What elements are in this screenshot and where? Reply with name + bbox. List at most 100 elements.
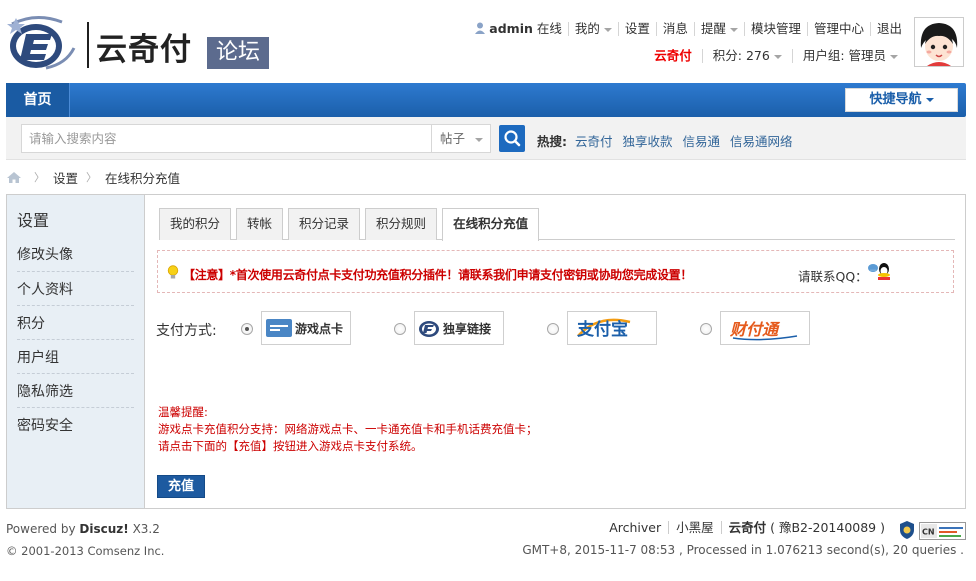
lightbulb-icon: [167, 265, 179, 279]
recharge-button[interactable]: 充值: [157, 475, 205, 498]
tenpay-icon: 财付通: [729, 320, 798, 341]
blackroom-link[interactable]: 小黑屋: [668, 521, 721, 534]
alipay-logo[interactable]: 支付宝: [567, 311, 657, 345]
notice-box: 【注意】*首次使用云奇付点卡支付功充值积分插件！请联系我们申请支付密钥或协助您完…: [157, 250, 954, 293]
main-panel: 设置 修改头像 个人资料 积分 用户组 隐私筛选 密码安全 我的积分 转帐 积分…: [6, 194, 966, 509]
hot-search: 热搜: 云奇付 独享收款 信易通 信易通网络: [537, 131, 799, 150]
user-nav: admin 在线 我的 设置 消息 提醒 模块管理 管理中心 退出: [469, 21, 908, 37]
tab-credit-log[interactable]: 积分记录: [288, 208, 361, 240]
police-badge-icon[interactable]: [898, 520, 916, 540]
search-type-select[interactable]: 帖子: [431, 124, 491, 153]
tips-line: 游戏点卡充值积分支持：网络游戏点卡、一卡通充值卡和手机话费充值卡；: [158, 422, 538, 436]
nav-messages[interactable]: 消息: [655, 22, 694, 36]
nav-module-admin[interactable]: 模块管理: [743, 22, 807, 36]
nav-my[interactable]: 我的: [567, 22, 618, 36]
nav-reminders[interactable]: 提醒: [693, 22, 744, 36]
tab-my-credits[interactable]: 我的积分: [159, 208, 232, 240]
chevron-down-icon: [890, 54, 898, 59]
search-bar: 请输入搜索内容 帖子 热搜: 云奇付 独享收款 信易通 信易通网络: [6, 117, 966, 160]
footer-site-name[interactable]: 云奇付: [729, 520, 767, 535]
payment-option-exclusive-link[interactable]: 独享链接: [394, 311, 504, 346]
hot-link[interactable]: 信易通: [682, 134, 720, 149]
sidebar-item-security[interactable]: 密码安全: [17, 407, 134, 441]
payment-radio-exclusive-link[interactable]: [394, 323, 406, 335]
breadcrumb: 〉 设置 〉 在线积分充值: [6, 168, 180, 187]
payment-radio-tenpay[interactable]: [700, 323, 712, 335]
avatar[interactable]: [914, 17, 964, 67]
exclusive-link-logo[interactable]: 独享链接: [414, 311, 504, 345]
logo-emblem-icon: [7, 16, 76, 70]
payment-option-alipay[interactable]: 支付宝: [547, 311, 657, 346]
credit-tabs: 我的积分 转帐 积分记录 积分规则 在线积分充值: [159, 208, 955, 241]
notice-message: 【注意】*首次使用云奇付点卡支付功充值积分插件！请联系我们申请支付密钥或协助您完…: [183, 268, 693, 282]
exclusive-link-icon: 独享链接: [419, 321, 491, 337]
svg-text:财付通: 财付通: [729, 320, 781, 339]
svg-text:游戏点卡: 游戏点卡: [295, 321, 343, 336]
content-area: 我的积分 转帐 积分记录 积分规则 在线积分充值 【注意】*首次使用云奇付点卡支…: [146, 195, 965, 508]
nav-home-tab[interactable]: 首页: [6, 83, 70, 117]
footer-links: Archiver 小黑屋 云奇付 ( 豫B2-20140089 ): [602, 521, 892, 534]
svg-text:独享链接: 独享链接: [442, 321, 491, 336]
hot-link[interactable]: 信易通网络: [730, 134, 793, 149]
payment-method-label: 支付方式:: [156, 323, 217, 339]
site-logo[interactable]: 云奇付 论坛: [6, 12, 269, 74]
copyright[interactable]: © 2001-2013 Comsenz Inc.: [6, 544, 164, 558]
tips-box: 温馨提醒: 游戏点卡充值积分支持：网络游戏点卡、一卡通充值卡和手机话费充值卡； …: [158, 404, 538, 455]
svg-text:支付宝: 支付宝: [577, 319, 628, 340]
payment-radio-gamecard[interactable]: [241, 323, 253, 335]
search-input[interactable]: 请输入搜索内容: [21, 124, 431, 153]
chevron-down-icon: [925, 97, 934, 102]
icp-number[interactable]: ( 豫B2-20140089 ): [770, 520, 885, 535]
discuz-link[interactable]: Discuz!: [79, 522, 128, 536]
gamecard-icon: 游戏点卡: [266, 319, 343, 337]
sidebar-item-credits[interactable]: 积分: [17, 305, 134, 339]
svg-text:…: …: [870, 266, 876, 273]
hot-link[interactable]: 云奇付: [575, 134, 613, 149]
logo-badge: 论坛: [207, 37, 269, 69]
footer-stats: GMT+8, 2015-11-7 08:53 , Processed in 1.…: [522, 543, 964, 557]
gamecard-logo[interactable]: 游戏点卡: [261, 311, 351, 345]
home-icon[interactable]: [6, 171, 22, 184]
footer-site: 云奇付 ( 豫B2-20140089 ): [720, 520, 892, 535]
sidebar-title: 设置: [17, 211, 50, 230]
quick-nav-button[interactable]: 快捷导航: [845, 88, 958, 112]
svg-text:CN: CN: [922, 528, 935, 537]
breadcrumb-settings[interactable]: 设置: [53, 168, 78, 187]
online-status: 在线: [536, 21, 562, 36]
nav-settings[interactable]: 设置: [617, 22, 656, 36]
main-navbar: 首页 快捷导航: [6, 83, 966, 117]
nav-admin-center[interactable]: 管理中心: [806, 22, 870, 36]
notice-contact: 请联系QQ：: [798, 269, 868, 284]
payment-option-gamecard[interactable]: 游戏点卡: [241, 311, 351, 346]
sidebar-item-usergroup[interactable]: 用户组: [17, 339, 134, 373]
qq-icon[interactable]: …: [867, 262, 893, 282]
payment-option-tenpay[interactable]: 财付通: [700, 311, 810, 346]
breadcrumb-separator: 〉: [86, 171, 98, 184]
site-name-link[interactable]: 云奇付: [644, 49, 702, 63]
nav-logout[interactable]: 退出: [869, 22, 908, 36]
tenpay-logo[interactable]: 财付通: [720, 311, 810, 345]
sidebar-item-profile[interactable]: 个人资料: [17, 271, 134, 305]
archiver-link[interactable]: Archiver: [602, 521, 668, 534]
cnzz-stats-icon[interactable]: CN: [919, 522, 966, 540]
tab-credit-rules[interactable]: 积分规则: [365, 208, 438, 240]
credits-menu[interactable]: 积分: 276: [701, 49, 792, 63]
payment-radio-alipay[interactable]: [547, 323, 559, 335]
hot-search-label: 热搜:: [537, 134, 567, 149]
username-link[interactable]: admin: [489, 21, 533, 36]
user-icon: [475, 22, 486, 34]
breadcrumb-current[interactable]: 在线积分充值: [105, 168, 180, 187]
sidebar-item-privacy[interactable]: 隐私筛选: [17, 373, 134, 407]
tab-transfer[interactable]: 转帐: [236, 208, 284, 240]
hot-link[interactable]: 独享收款: [622, 134, 672, 149]
chevron-down-icon: [729, 27, 738, 32]
user-info: 云奇付 积分: 276 用户组: 管理员: [644, 48, 908, 64]
logo-name: 云奇付: [96, 32, 192, 68]
sidebar-item-avatar[interactable]: 修改头像: [17, 237, 134, 271]
chevron-down-icon: [475, 137, 484, 142]
tab-online-recharge[interactable]: 在线积分充值: [442, 208, 540, 241]
search-icon: [504, 130, 521, 147]
alipay-icon: 支付宝: [577, 318, 631, 340]
usergroup-menu[interactable]: 用户组: 管理员: [791, 49, 908, 63]
search-button[interactable]: [499, 125, 525, 152]
